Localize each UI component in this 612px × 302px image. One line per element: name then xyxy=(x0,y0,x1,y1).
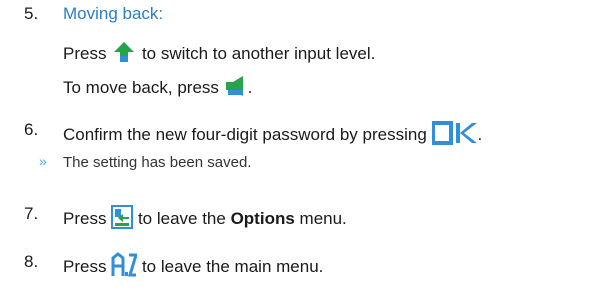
step-number-7: 7. xyxy=(24,204,39,223)
result-marker: » xyxy=(39,153,47,169)
step-5-line-1-before: Press xyxy=(63,43,107,63)
shift-up-arrow-icon xyxy=(111,40,137,69)
step-5-title: Moving back: xyxy=(63,4,164,23)
step-number-5: 5. xyxy=(24,4,39,23)
step-5-line-1-after: to switch to another input level. xyxy=(141,43,376,63)
a-z-key-icon xyxy=(111,252,139,283)
ok-key-icon xyxy=(430,120,478,151)
step-7-middle: to leave the xyxy=(137,208,226,228)
step-8-before: Press xyxy=(63,256,107,276)
step-6-line: Confirm the new four-digit password by p… xyxy=(63,120,482,151)
step-7-line: Press to leave the Options menu. xyxy=(63,204,347,235)
step-5-line-2: To move back, press . xyxy=(63,74,252,103)
step-7-after: menu. xyxy=(299,208,347,228)
step-8-line: Press to leave the main menu. xyxy=(63,252,323,283)
step-5-line-1: Press to switch to another input level. xyxy=(63,40,375,69)
step-7-before: Press xyxy=(63,208,107,228)
step-8-after: to leave the main menu. xyxy=(141,256,324,276)
result-text: The setting has been saved. xyxy=(63,154,252,171)
options-menu-name: Options xyxy=(230,208,295,228)
step-5-line-2-after: . xyxy=(247,77,253,97)
step-5-line-2-before: To move back, press xyxy=(63,77,219,97)
exit-menu-icon xyxy=(111,204,134,235)
back-speaker-icon xyxy=(224,74,248,103)
step-number-6: 6. xyxy=(24,120,39,139)
step-6-text: Confirm the new four-digit password by p… xyxy=(63,124,427,144)
step-number-8: 8. xyxy=(24,252,39,271)
step-6-after: . xyxy=(477,124,483,144)
